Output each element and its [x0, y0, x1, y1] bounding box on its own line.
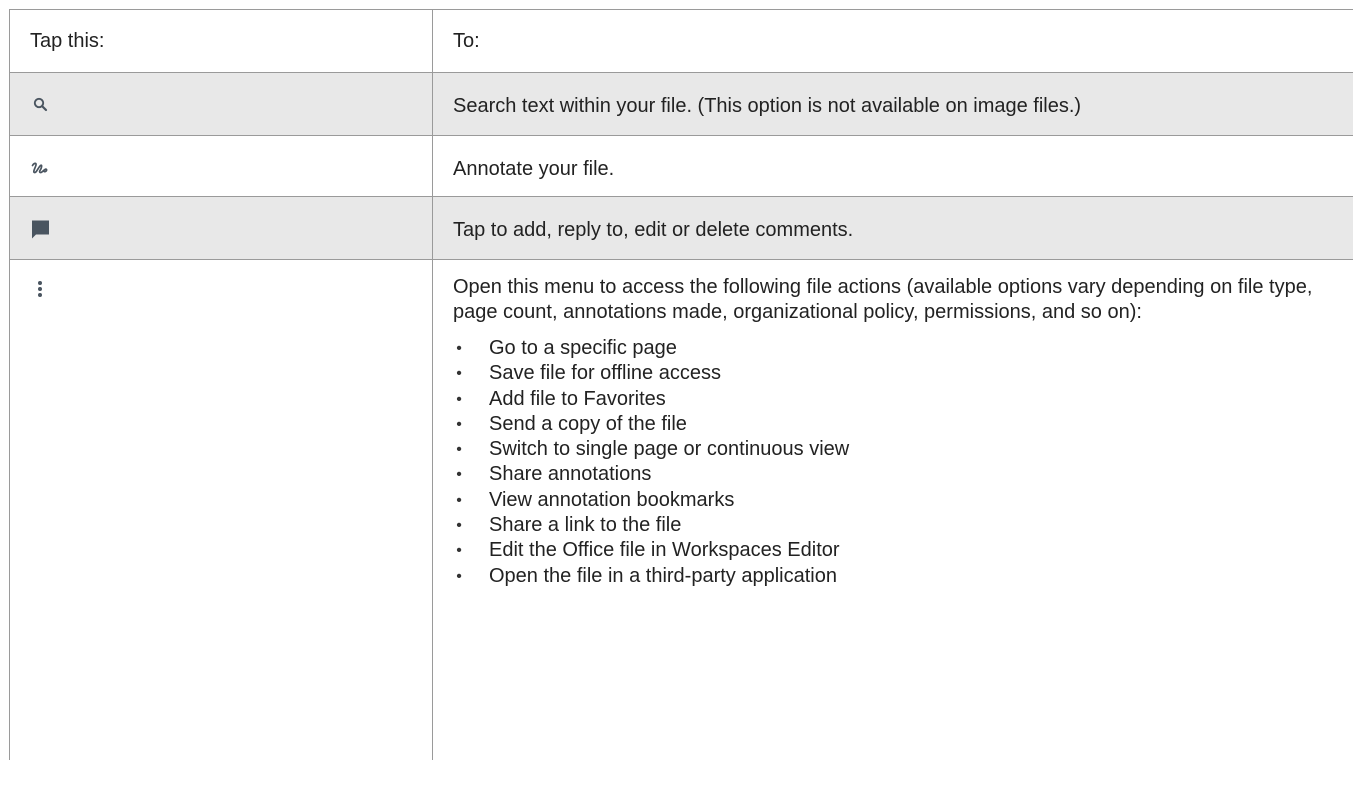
bullet-icon: • — [456, 340, 462, 357]
annotate-description: Annotate your file. — [453, 158, 615, 180]
table-row: Annotate your file. — [9, 135, 1353, 197]
description-cell: Search text within your file. (This opti… — [432, 72, 1353, 136]
list-item-label: Edit the Office file in Workspaces Edito… — [489, 539, 840, 562]
more-vertical-icon — [38, 281, 42, 297]
tap-actions-table: Tap this: To: Search text within your fi… — [9, 9, 1353, 760]
bullet-icon: • — [456, 415, 462, 433]
comment-icon — [32, 220, 49, 239]
bullet-icon: • — [456, 542, 462, 560]
description-cell: Annotate your file. — [432, 135, 1353, 197]
icon-cell — [9, 72, 433, 136]
comment-description: Tap to add, reply to, edit or delete com… — [453, 219, 854, 241]
header-tap-this-label: Tap this: — [30, 30, 105, 52]
description-cell: Tap to add, reply to, edit or delete com… — [432, 196, 1353, 260]
list-item-label: Send a copy of the file — [489, 412, 687, 435]
file-actions-list: • Go to a specific page • Save file for of… — [433, 336, 1353, 589]
list-item: • Share a link to the file — [453, 513, 1353, 538]
search-icon — [33, 97, 48, 112]
search-description: Search text within your file. (This opti… — [453, 95, 1082, 117]
list-item: • Go to a specific page — [453, 336, 1353, 361]
list-item-label: Add file to Favorites — [489, 387, 666, 410]
list-item: • Add file to Favorites — [453, 387, 1353, 412]
list-item-label: Save file for offline access — [489, 362, 721, 385]
table-row: Search text within your file. (This opti… — [9, 72, 1353, 136]
list-item: • Switch to single page or continuous vie… — [453, 437, 1353, 462]
list-item: • Share annotations — [453, 462, 1353, 487]
bullet-icon: • — [456, 466, 462, 484]
table-header-row: Tap this: To: — [9, 9, 1353, 73]
list-item: • Save file for offline access — [453, 361, 1353, 386]
list-item-label: Go to a specific page — [489, 337, 677, 359]
icon-cell — [9, 196, 433, 260]
bullet-icon: • — [456, 390, 462, 408]
list-item: • Open the file in a third-party applicat… — [453, 564, 1353, 589]
list-item-label: Switch to single page or continuous view — [489, 438, 850, 461]
icon-cell — [9, 135, 433, 197]
list-item-label: View annotation bookmarks — [489, 488, 735, 511]
annotate-icon — [31, 162, 48, 174]
list-item: • Edit the Office file in Workspaces Edit… — [453, 538, 1353, 563]
bullet-icon: • — [456, 491, 462, 509]
list-item-label: Share a link to the file — [489, 514, 682, 537]
header-cell-tap-this: Tap this: — [9, 9, 433, 73]
list-item-label: Open the file in a third-party applicati… — [489, 564, 837, 587]
bullet-icon: • — [456, 365, 462, 383]
header-cell-to: To: — [432, 9, 1353, 73]
menu-description: Open this menu to access the following f… — [453, 276, 1313, 323]
bullet-icon: • — [456, 517, 462, 535]
list-item-label: Share annotations — [489, 463, 652, 486]
bullet-icon: • — [456, 441, 462, 459]
table-row: Tap to add, reply to, edit or delete com… — [9, 196, 1353, 260]
header-to-label: To: — [453, 30, 480, 52]
description-cell: Open this menu to access the following f… — [432, 259, 1353, 760]
icon-cell — [9, 259, 433, 760]
list-item: • Send a copy of the file — [453, 412, 1353, 437]
table-row: Open this menu to access the following f… — [9, 259, 1353, 760]
list-item: • View annotation bookmarks — [453, 488, 1353, 513]
bullet-icon: • — [456, 567, 462, 585]
